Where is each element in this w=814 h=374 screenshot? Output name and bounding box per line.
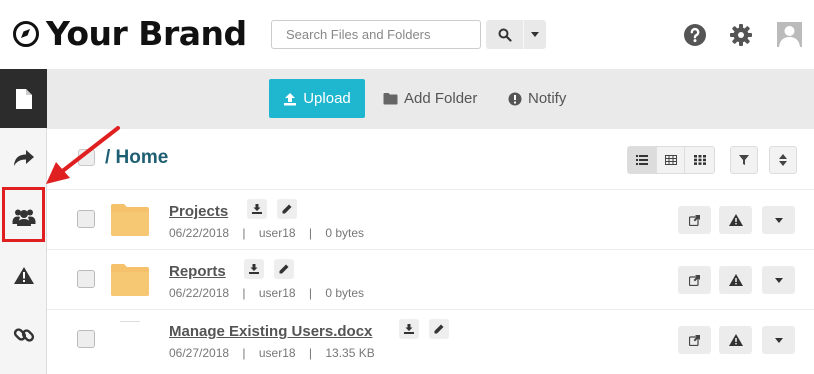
- row-name[interactable]: Projects: [169, 203, 228, 220]
- search-input[interactable]: [271, 20, 481, 49]
- annotation-highlight-box: [2, 187, 45, 242]
- share-button[interactable]: [678, 266, 711, 294]
- exclamation-circle-icon: [508, 92, 522, 105]
- row-date: 06/22/2018: [169, 226, 230, 240]
- warning-icon: [728, 214, 743, 226]
- filter-button[interactable]: [730, 146, 758, 174]
- settings-button[interactable]: [728, 22, 754, 48]
- row-size: 13.35 KB: [325, 346, 375, 360]
- upload-label: Upload: [303, 90, 351, 107]
- row-owner: user18: [258, 226, 296, 240]
- filter-icon: [739, 155, 749, 165]
- download-icon: [404, 324, 414, 334]
- sort-button[interactable]: [769, 146, 797, 174]
- list-icon: [635, 155, 648, 165]
- row-date: 06/27/2018: [169, 346, 230, 360]
- download-button[interactable]: [399, 319, 419, 339]
- action-toolbar: Upload Add Folder Notify: [47, 69, 814, 129]
- share-square-icon: [688, 275, 700, 286]
- warning-icon: [728, 334, 743, 346]
- notify-label: Notify: [528, 90, 567, 107]
- pencil-icon: [282, 204, 292, 214]
- rename-button[interactable]: [429, 319, 449, 339]
- row-checkbox[interactable]: [77, 330, 95, 348]
- share-square-icon: [688, 215, 700, 226]
- sidebar-item-links[interactable]: [0, 305, 47, 364]
- row-menu-dropdown[interactable]: [762, 206, 795, 234]
- folder-icon: [111, 264, 149, 296]
- row-name[interactable]: Manage Existing Users.docx: [169, 323, 372, 340]
- rename-button[interactable]: [277, 199, 297, 219]
- caret-down-icon: [774, 217, 783, 223]
- gear-icon: [730, 24, 752, 46]
- caret-down-icon: [774, 277, 783, 283]
- row-meta: 06/22/2018 | user18 | 0 bytes: [169, 226, 365, 240]
- user-avatar-icon: [779, 26, 800, 47]
- notify-button[interactable]: Notify: [508, 79, 566, 118]
- table-row[interactable]: Manage Existing Users.docx 06/27/2018 | …: [47, 309, 814, 369]
- upload-icon: [284, 92, 297, 105]
- warning-icon: [13, 267, 34, 284]
- share-button[interactable]: [678, 326, 711, 354]
- search-icon: [498, 28, 512, 42]
- user-avatar[interactable]: [777, 22, 802, 47]
- brand-name: Your Brand: [46, 14, 247, 53]
- rename-button[interactable]: [274, 259, 294, 279]
- pencil-icon: [279, 264, 289, 274]
- row-menu-dropdown[interactable]: [762, 266, 795, 294]
- row-checkbox[interactable]: [77, 270, 95, 288]
- help-button[interactable]: [682, 22, 708, 48]
- share-icon: [13, 149, 34, 166]
- row-checkbox[interactable]: [77, 210, 95, 228]
- table-icon: [664, 155, 677, 165]
- download-button[interactable]: [247, 199, 267, 219]
- grid-icon: [693, 155, 706, 165]
- row-name[interactable]: Reports: [169, 263, 226, 280]
- file-icon: [15, 88, 32, 109]
- upload-button[interactable]: Upload: [269, 79, 365, 118]
- link-icon: [13, 327, 34, 342]
- annotation-arrow-icon: [46, 126, 120, 184]
- compass-icon: [13, 21, 39, 47]
- share-button[interactable]: [678, 206, 711, 234]
- warning-button[interactable]: [719, 266, 752, 294]
- brand-logo[interactable]: Your Brand: [12, 14, 247, 54]
- table-row[interactable]: Projects 06/22/2018 | user18 | 0 bytes: [47, 189, 814, 249]
- sort-icon: [779, 154, 787, 166]
- grid-view-button[interactable]: [685, 147, 714, 173]
- search-button[interactable]: [486, 20, 523, 49]
- folder-icon: [111, 204, 149, 236]
- row-owner: user18: [258, 286, 296, 300]
- row-meta: 06/27/2018 | user18 | 13.35 KB: [169, 346, 375, 360]
- caret-down-icon: [774, 337, 783, 343]
- share-square-icon: [688, 335, 700, 346]
- warning-icon: [728, 274, 743, 286]
- header: Your Brand: [0, 0, 814, 69]
- warning-button[interactable]: [719, 206, 752, 234]
- pencil-icon: [434, 324, 444, 334]
- download-icon: [252, 204, 262, 214]
- download-button[interactable]: [244, 259, 264, 279]
- document-thumbnail: [120, 321, 140, 322]
- view-mode-group: [627, 146, 715, 174]
- row-date: 06/22/2018: [169, 286, 230, 300]
- row-owner: user18: [258, 346, 296, 360]
- row-size: 0 bytes: [325, 286, 365, 300]
- help-icon: [684, 24, 706, 46]
- warning-button[interactable]: [719, 326, 752, 354]
- table-view-button[interactable]: [656, 147, 686, 173]
- table-row[interactable]: Reports 06/22/2018 | user18 | 0 bytes: [47, 249, 814, 309]
- list-view-button[interactable]: [628, 147, 657, 173]
- sidebar-item-alerts[interactable]: [0, 246, 47, 305]
- file-list: / Home Projects 06/22/2018 | user18 | 0 …: [47, 129, 814, 374]
- add-folder-label: Add Folder: [404, 90, 478, 107]
- row-size: 0 bytes: [325, 226, 365, 240]
- download-icon: [249, 264, 259, 274]
- folder-icon: [383, 93, 398, 105]
- search-options-dropdown[interactable]: [523, 20, 546, 49]
- caret-down-icon: [531, 32, 539, 37]
- add-folder-button[interactable]: Add Folder: [383, 79, 477, 118]
- row-menu-dropdown[interactable]: [762, 326, 795, 354]
- row-meta: 06/22/2018 | user18 | 0 bytes: [169, 286, 365, 300]
